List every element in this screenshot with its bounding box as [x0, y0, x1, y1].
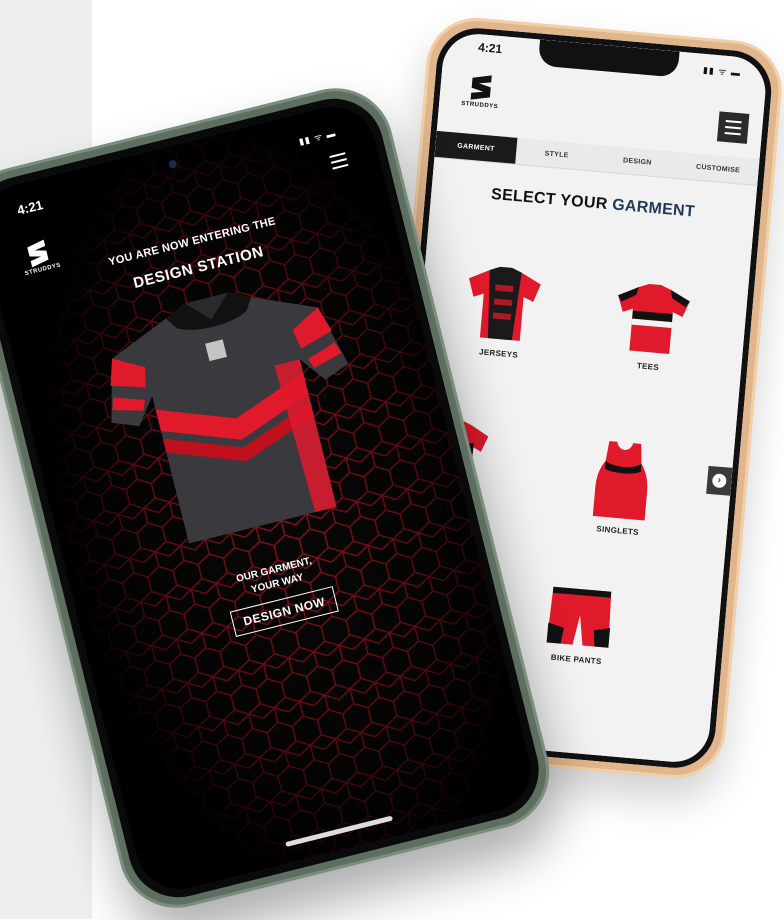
singlet-garment-icon: [592, 441, 648, 521]
tab-style[interactable]: STYLE: [515, 138, 598, 171]
garment-label: SINGLETS: [596, 524, 640, 537]
page-title-main: SELECT YOUR: [490, 185, 613, 214]
garment-card-bike-pants[interactable]: BIKE PANTS: [521, 581, 637, 669]
next-arrow-button[interactable]: ›: [706, 465, 733, 496]
page-title-accent: GARMENT: [611, 196, 696, 221]
hamburger-menu-icon[interactable]: [716, 111, 750, 144]
tab-customise[interactable]: CUSTOMISE: [677, 152, 760, 185]
garment-label: BIKE PANTS: [550, 652, 602, 667]
garment-card-jerseys[interactable]: JERSEYS: [443, 261, 561, 363]
tee-garment-icon: [618, 283, 690, 354]
tab-design[interactable]: DESIGN: [596, 145, 679, 178]
garment-label: JERSEYS: [478, 347, 519, 360]
struddys-logo-icon[interactable]: [465, 71, 498, 104]
tab-garment[interactable]: GARMENT: [434, 130, 518, 164]
jersey-garment-icon: [469, 266, 541, 341]
page-title: SELECT YOUR GARMENT: [431, 181, 755, 227]
bike-pants-garment-icon: [546, 586, 612, 648]
chevron-right-icon: ›: [711, 473, 727, 489]
garment-label: TEES: [636, 361, 660, 373]
phone-notch: [537, 39, 680, 78]
garment-card-tees[interactable]: TEES: [593, 278, 710, 376]
garment-card-singlets[interactable]: SINGLETS: [562, 436, 680, 540]
step-tabs: GARMENT STYLE DESIGN CUSTOMISE: [434, 130, 760, 186]
status-time: 4:21: [477, 40, 503, 57]
status-icons: ▮▮ ᯤ ▬: [702, 64, 742, 79]
